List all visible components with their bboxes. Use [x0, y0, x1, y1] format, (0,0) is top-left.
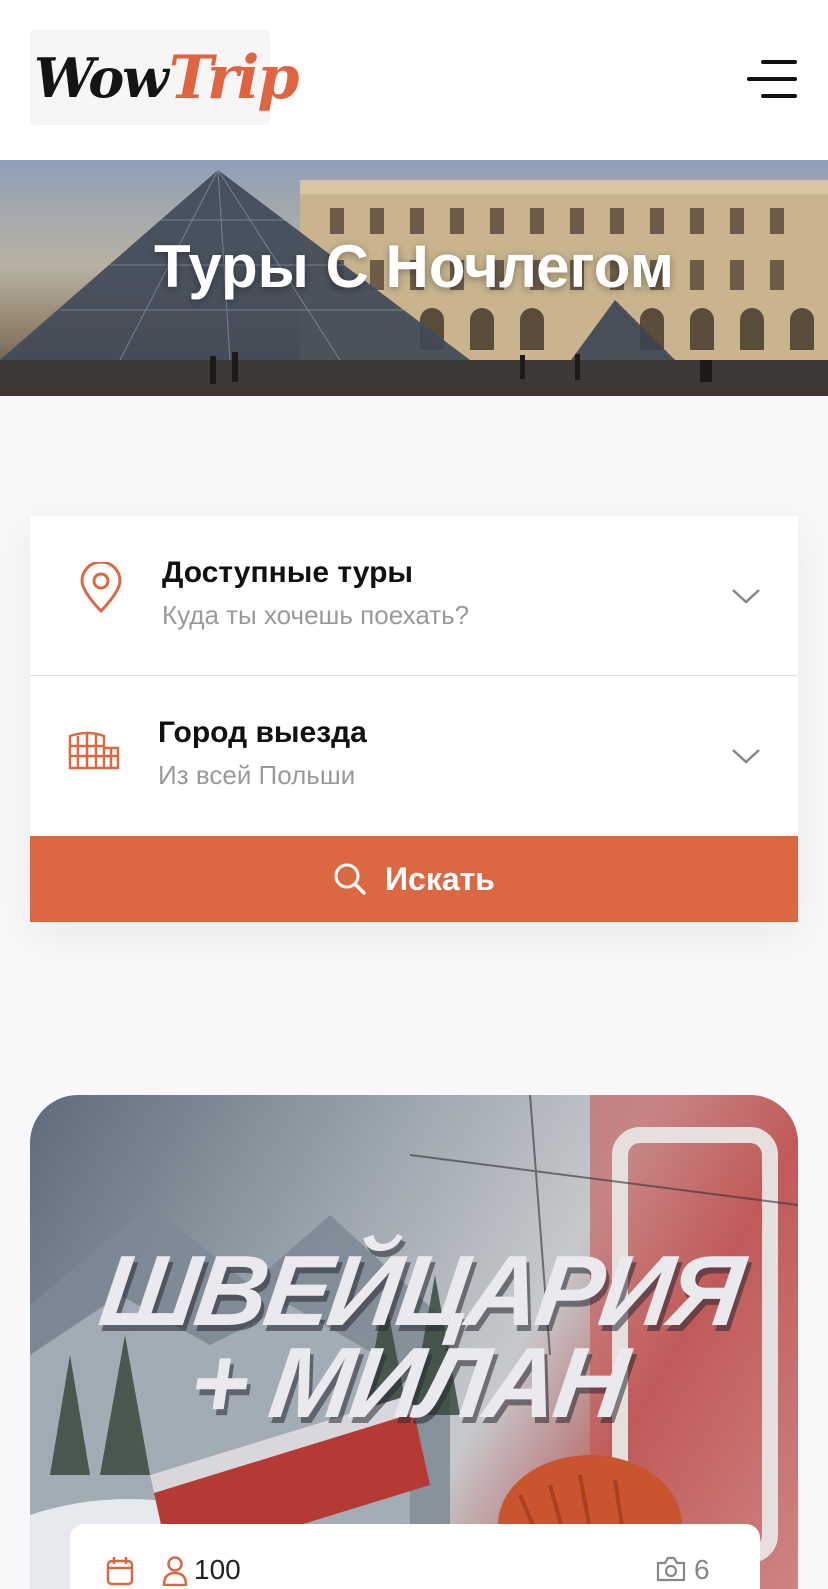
wowtrip-logo[interactable]: Wow Trip [30, 30, 299, 125]
logo-wow-text: Wow [34, 45, 169, 110]
page-title: Туры С Ночлегом [154, 233, 674, 300]
tour-search-form: Доступные туры Куда ты хочешь поехать? Г… [30, 516, 798, 922]
hamburger-menu-icon[interactable] [745, 58, 797, 102]
tour-card[interactable]: ШВЕЙЦАРИЯ + МИЛАН [30, 1095, 798, 1589]
available-tours-select[interactable]: Доступные туры Куда ты хочешь поехать? [30, 516, 798, 676]
tour-title-line2: + МИЛАН [182, 1327, 633, 1439]
logo-trip-text: Trip [168, 42, 300, 113]
city-building-icon [68, 731, 120, 770]
chevron-down-icon [732, 589, 760, 604]
departure-city-select[interactable]: Город выезда Из всей Польши [30, 676, 798, 836]
photos-count: 6 [694, 1554, 710, 1585]
search-button[interactable]: Искать [30, 836, 798, 922]
departure-city-value: Из всей Польши [158, 760, 356, 790]
chevron-down-icon [732, 749, 760, 764]
tour-title-line1: ШВЕЙЦАРИЯ [93, 1235, 748, 1347]
available-tours-label: Доступные туры [162, 556, 414, 589]
location-pin-icon [80, 562, 122, 614]
available-tours-placeholder: Куда ты хочешь поехать? [162, 600, 470, 630]
calendar-icon [106, 1557, 134, 1586]
site-header: Wow Trip [0, 0, 828, 160]
user-icon [162, 1556, 188, 1586]
participants-count: 100 [194, 1554, 241, 1585]
departure-city-label: Город выезда [158, 716, 367, 749]
tour-info-bar: 100 6 [70, 1524, 760, 1589]
search-button-label: Искать [385, 860, 495, 897]
camera-icon [656, 1556, 686, 1582]
hero-banner: Туры С Ночлегом [0, 160, 828, 396]
tour-image-title: ШВЕЙЦАРИЯ + МИЛАН [30, 1235, 798, 1439]
search-icon [334, 863, 366, 895]
